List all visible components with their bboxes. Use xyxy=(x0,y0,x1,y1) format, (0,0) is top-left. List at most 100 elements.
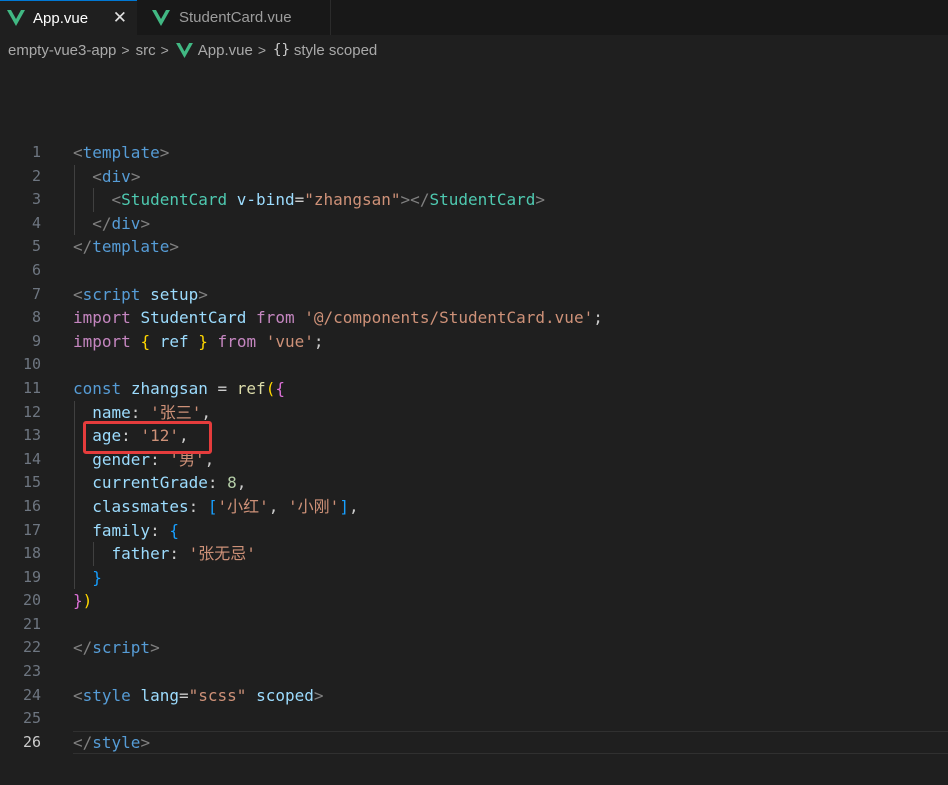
code-token: < xyxy=(73,284,83,304)
code-line[interactable]: 18 father: '张无忌' xyxy=(0,542,948,566)
code-token: classmates xyxy=(92,496,189,516)
code-token: > xyxy=(198,284,208,304)
line-number: 25 xyxy=(22,709,41,728)
code-token: { xyxy=(169,520,179,540)
code-token: lang xyxy=(140,685,179,705)
code-text: currentGrade: 8, xyxy=(73,471,246,495)
code-token: script xyxy=(92,638,151,658)
code-line[interactable]: 19 } xyxy=(0,565,948,590)
breadcrumb-symbol[interactable]: style scoped xyxy=(294,42,377,59)
code-token: div xyxy=(111,213,141,233)
code-line[interactable]: 7 <script setup> xyxy=(0,283,948,307)
code-token: ] xyxy=(339,496,349,516)
vue-file-icon xyxy=(7,10,25,26)
code-token: > xyxy=(130,166,141,186)
code-token: : xyxy=(207,473,228,493)
tab-app-vue[interactable]: App.vue ✕ xyxy=(0,0,137,35)
line-number: 20 xyxy=(22,591,41,610)
breadcrumb-folder-src[interactable]: src xyxy=(136,42,156,59)
code-token: } xyxy=(92,567,102,587)
line-number: 11 xyxy=(22,378,41,397)
code-line[interactable]: 4 </div> xyxy=(0,211,948,236)
tab-label: App.vue xyxy=(33,9,89,27)
code-line[interactable]: 9 import { ref } from 'vue'; xyxy=(0,330,948,354)
code-token: div xyxy=(101,166,131,186)
code-token: { xyxy=(140,331,151,351)
code-token: from xyxy=(217,331,257,351)
code-text: classmates: ['小红', '小刚'], xyxy=(73,495,358,519)
line-number: 22 xyxy=(22,638,41,657)
code-line[interactable]: 3 <StudentCard v-bind="zhangsan"></Stude… xyxy=(0,188,948,212)
code-token: ; xyxy=(313,331,324,351)
code-token: StudentCard xyxy=(121,190,228,210)
code-token: '小刚' xyxy=(288,496,340,516)
code-token: from xyxy=(256,308,295,328)
code-text: </div> xyxy=(73,212,150,236)
code-token: 8 xyxy=(227,473,237,493)
code-line[interactable]: 26 </style> xyxy=(0,730,948,755)
code-line[interactable]: 8 import StudentCard from '@/components/S… xyxy=(0,306,948,330)
code-token: StudentCard xyxy=(140,308,247,328)
code-token: </ xyxy=(73,638,93,658)
code-line[interactable]: 25 xyxy=(0,707,948,731)
code-line[interactable]: 5 </template> xyxy=(0,235,948,259)
code-text: </template> xyxy=(73,235,179,259)
code-text: const zhangsan = ref({ xyxy=(73,377,285,401)
close-tab-icon[interactable]: ✕ xyxy=(113,8,127,28)
code-token: < xyxy=(73,143,83,162)
line-number: 17 xyxy=(22,520,41,539)
line-number: 3 xyxy=(31,190,41,209)
vue-file-icon xyxy=(152,9,170,26)
breadcrumb-folder-root[interactable]: empty-vue3-app xyxy=(8,42,116,59)
code-token: > xyxy=(313,685,324,705)
code-text: } xyxy=(73,566,102,590)
code-line[interactable]: 10 xyxy=(0,353,948,377)
code-line[interactable]: 11 const zhangsan = ref({ xyxy=(0,377,948,401)
code-token: ) xyxy=(82,591,93,611)
code-line[interactable]: 1 <template> xyxy=(0,141,948,165)
code-token: style xyxy=(82,685,131,705)
code-token: template xyxy=(82,143,160,162)
code-line[interactable]: 21 xyxy=(0,613,948,637)
code-token: v-bind xyxy=(236,190,295,210)
code-line[interactable]: 22 </script> xyxy=(0,636,948,660)
code-line[interactable]: 6 xyxy=(0,259,948,283)
breadcrumb-separator: > xyxy=(160,42,169,58)
code-token: : xyxy=(150,520,170,540)
code-token: import xyxy=(73,331,131,351)
code-token: 'vue' xyxy=(265,331,314,351)
breadcrumb-file[interactable]: App.vue xyxy=(198,42,253,59)
line-number: 14 xyxy=(22,449,41,468)
line-number: 6 xyxy=(31,260,41,279)
code-line[interactable]: 2 <div> xyxy=(0,164,948,189)
code-line[interactable]: 15 currentGrade: 8, xyxy=(0,471,948,495)
code-line[interactable]: 17 family: { xyxy=(0,518,948,543)
code-line[interactable]: 23 xyxy=(0,660,948,684)
code-line[interactable]: 24 <style lang="scss" scoped> xyxy=(0,684,948,708)
code-token: </ xyxy=(92,213,112,233)
symbol-braces-icon: {} xyxy=(273,42,290,58)
code-token: ; xyxy=(593,308,603,328)
code-token: , xyxy=(201,402,211,422)
vue-file-icon xyxy=(175,42,193,58)
code-token: > xyxy=(159,143,170,162)
code-token: } xyxy=(198,331,208,351)
code-token: zhangsan xyxy=(130,378,208,398)
code-line[interactable]: 20}) xyxy=(0,589,948,613)
code-token: = xyxy=(207,378,237,398)
code-token: } xyxy=(73,591,83,611)
line-number: 18 xyxy=(22,544,41,563)
code-line[interactable]: 16 classmates: ['小红', '小刚'], xyxy=(0,494,948,519)
code-token: ( xyxy=(265,378,276,398)
tab-studentcard-vue[interactable]: StudentCard.vue xyxy=(137,0,331,35)
code-token: < xyxy=(92,166,102,186)
code-token: template xyxy=(92,237,170,257)
